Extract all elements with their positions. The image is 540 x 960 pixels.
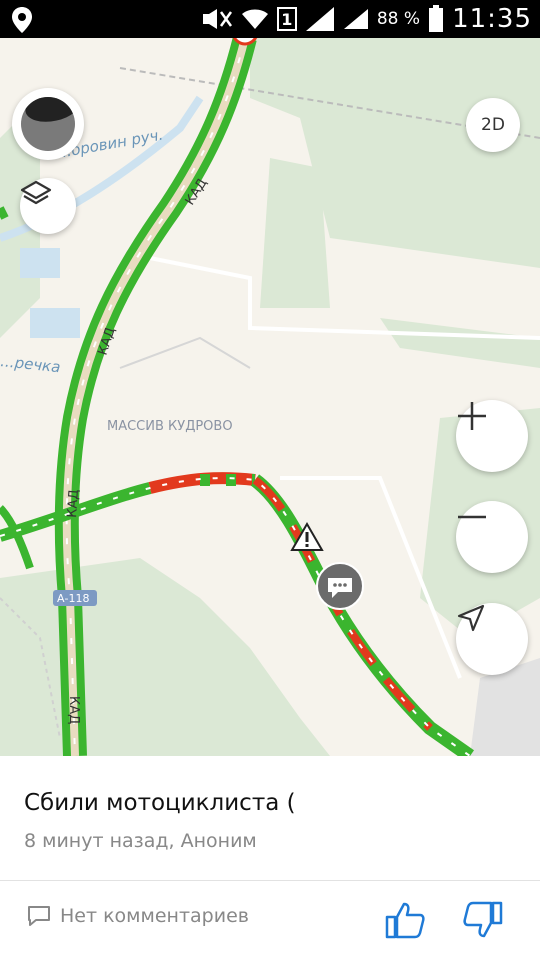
park-area bbox=[380, 318, 540, 368]
thumbs-down-icon bbox=[463, 901, 503, 938]
event-title: Сбили мотоциклиста ( bbox=[24, 790, 296, 816]
map-mode-label: 2D bbox=[481, 115, 505, 135]
navigation-arrow-icon bbox=[457, 604, 485, 632]
comments-link[interactable]: Нет комментариев bbox=[26, 904, 249, 928]
park-area bbox=[260, 158, 330, 308]
wifi-icon bbox=[241, 9, 268, 29]
status-bar: 1 88 % 11:35 bbox=[0, 0, 540, 38]
comment-icon bbox=[28, 906, 50, 926]
signal-icon bbox=[305, 7, 334, 31]
plus-icon bbox=[458, 402, 486, 430]
park-area bbox=[0, 558, 330, 756]
minus-icon bbox=[458, 515, 486, 519]
event-meta: 8 минут назад, Аноним bbox=[24, 830, 257, 852]
sim-slot: 1 bbox=[281, 9, 293, 29]
zoom-in-button[interactable] bbox=[456, 400, 528, 472]
layers-button[interactable] bbox=[20, 178, 76, 234]
no-sound-icon bbox=[202, 9, 232, 29]
map-mode-2d-button[interactable]: 2D bbox=[466, 98, 520, 152]
battery-icon bbox=[429, 5, 444, 32]
dislike-button[interactable] bbox=[462, 900, 504, 944]
thumbs-up-icon bbox=[385, 902, 425, 939]
map-view[interactable]: КАД КАД КАД КАД ...оровин руч. ...речка … bbox=[0, 38, 540, 756]
chat-bubble-icon[interactable] bbox=[316, 562, 364, 610]
zoom-out-button[interactable] bbox=[456, 501, 528, 573]
signal-icon-2 bbox=[343, 9, 368, 29]
minor-road bbox=[149, 256, 540, 340]
highway-badge: А-118 bbox=[53, 590, 97, 606]
battery-percent: 88 % bbox=[376, 9, 421, 29]
highway-badge-text: А-118 bbox=[57, 592, 90, 605]
layers-icon bbox=[20, 180, 52, 205]
pond bbox=[20, 248, 60, 278]
like-button[interactable] bbox=[384, 900, 426, 944]
event-panel: Сбили мотоциклиста ( 8 минут назад, Анон… bbox=[0, 756, 540, 960]
profile-avatar-button[interactable] bbox=[12, 88, 84, 160]
sim-icon: 1 bbox=[276, 7, 297, 31]
clock: 11:35 bbox=[452, 4, 532, 34]
label-kad-bottom: КАД bbox=[66, 696, 81, 724]
avatar bbox=[21, 97, 75, 151]
comments-label: Нет комментариев bbox=[60, 905, 249, 927]
label-district: МАССИВ КУДРОВО bbox=[107, 419, 233, 434]
label-kad-lower: КАД bbox=[65, 489, 82, 518]
locate-me-button[interactable] bbox=[456, 603, 528, 675]
divider bbox=[0, 880, 540, 881]
location-icon bbox=[12, 7, 32, 33]
pond bbox=[30, 308, 80, 338]
label-river: ...речка bbox=[0, 352, 61, 376]
minor-road bbox=[119, 336, 251, 369]
